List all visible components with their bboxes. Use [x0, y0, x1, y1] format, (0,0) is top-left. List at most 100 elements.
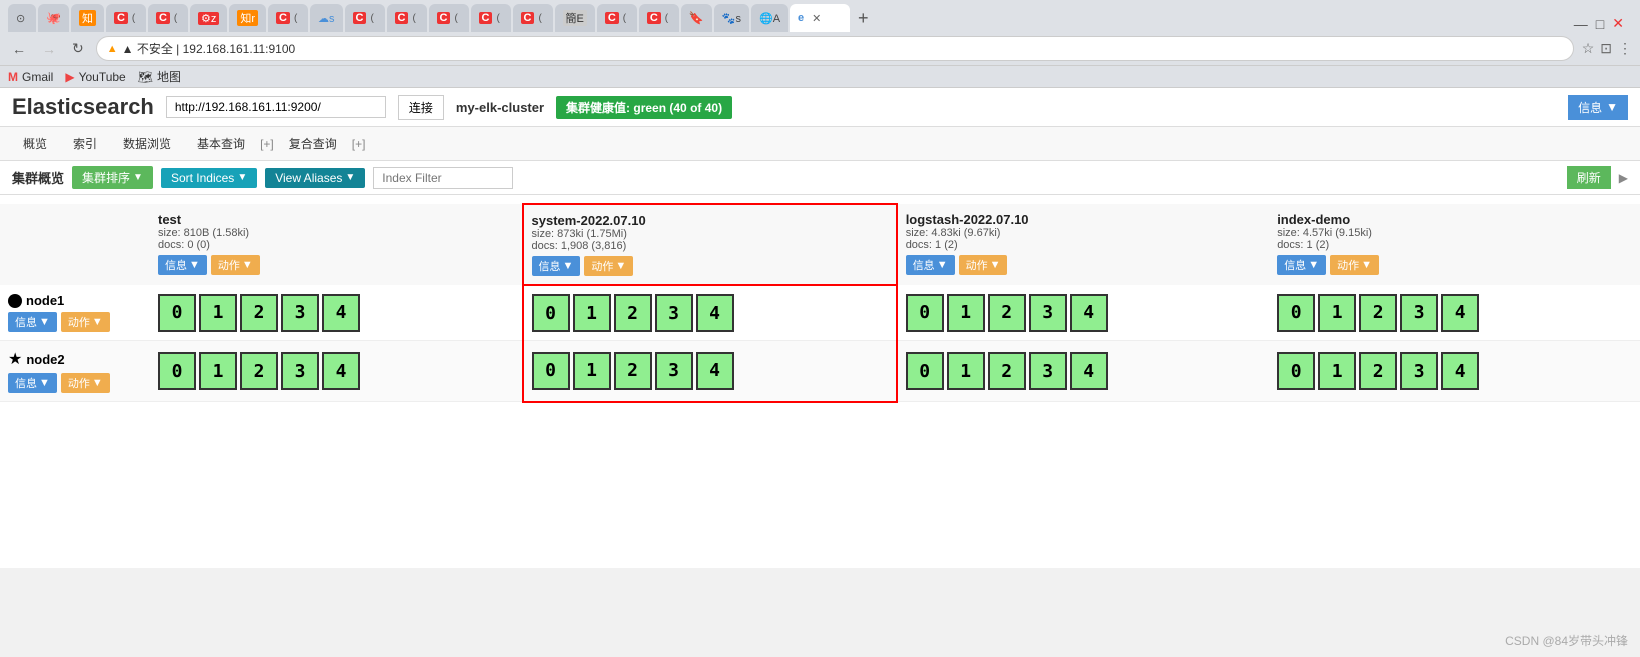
tab-github[interactable]: 🐙 — [38, 4, 69, 32]
tab-19[interactable]: 🌐A — [751, 4, 788, 32]
tab-12[interactable]: C( — [471, 4, 511, 32]
shard-n2-i4[interactable]: 4 — [1441, 352, 1479, 390]
shard-n2-s1[interactable]: 1 — [573, 352, 611, 390]
cluster-sort-btn[interactable]: 集群排序 ▼ — [72, 166, 153, 189]
tab-data-browser[interactable]: 数据浏览 — [112, 131, 182, 156]
node2-action-btn[interactable]: 动作 ▼ — [61, 373, 110, 393]
tab-6[interactable]: 知r — [229, 4, 266, 32]
menu-icon[interactable]: ⋮ — [1618, 40, 1632, 57]
shard-log-1[interactable]: 1 — [947, 294, 985, 332]
toolbar-right-arrow[interactable]: ▶ — [1619, 171, 1628, 185]
shard-n2-i1[interactable]: 1 — [1318, 352, 1356, 390]
shard-sys-0[interactable]: 0 — [532, 294, 570, 332]
tab-17[interactable]: 🔖 — [681, 4, 712, 32]
shard-4[interactable]: 4 — [322, 294, 360, 332]
bookmark-gmail[interactable]: M Gmail — [8, 70, 53, 84]
info-btn-logstash[interactable]: 信息 ▼ — [906, 255, 955, 275]
action-btn-indexdemo[interactable]: 动作 ▼ — [1330, 255, 1379, 275]
shard-n2-t2[interactable]: 2 — [240, 352, 278, 390]
shard-idx-0[interactable]: 0 — [1277, 294, 1315, 332]
shard-n2-i2[interactable]: 2 — [1359, 352, 1397, 390]
shard-sys-4[interactable]: 4 — [696, 294, 734, 332]
shard-n2-i0[interactable]: 0 — [1277, 352, 1315, 390]
shard-n2-s4[interactable]: 4 — [696, 352, 734, 390]
shard-n2-l4[interactable]: 4 — [1070, 352, 1108, 390]
action-btn-system[interactable]: 动作 ▼ — [584, 256, 633, 276]
shard-log-4[interactable]: 4 — [1070, 294, 1108, 332]
bookmark-youtube[interactable]: ▶ YouTube — [65, 70, 125, 84]
connect-btn[interactable]: 连接 — [398, 95, 444, 120]
info-btn-indexdemo[interactable]: 信息 ▼ — [1277, 255, 1326, 275]
bookmark-star-icon[interactable]: ☆ — [1582, 40, 1595, 57]
shard-idx-1[interactable]: 1 — [1318, 294, 1356, 332]
tab-15[interactable]: C( — [597, 4, 637, 32]
action-btn-logstash[interactable]: 动作 ▼ — [959, 255, 1008, 275]
shard-sys-3[interactable]: 3 — [655, 294, 693, 332]
shard-n2-t3[interactable]: 3 — [281, 352, 319, 390]
node2-info-btn[interactable]: 信息 ▼ — [8, 373, 57, 393]
tab-complex-query[interactable]: 复合查询 — [278, 131, 348, 156]
url-input[interactable] — [166, 96, 386, 118]
node1-action-btn[interactable]: 动作 ▼ — [61, 312, 110, 332]
shard-3[interactable]: 3 — [281, 294, 319, 332]
shard-n2-s3[interactable]: 3 — [655, 352, 693, 390]
tab-18[interactable]: 🐾s — [714, 4, 749, 32]
shard-sys-1[interactable]: 1 — [573, 294, 611, 332]
refresh-btn[interactable]: 刷新 — [1567, 166, 1611, 189]
profile-icon[interactable]: ⊡ — [1600, 40, 1612, 57]
tab-basic-query[interactable]: 基本查询 — [186, 131, 256, 156]
index-filter-input[interactable] — [373, 167, 513, 189]
bookmark-maps[interactable]: 🗺 地图 — [138, 68, 181, 85]
tab-close-btn[interactable]: ✕ — [812, 12, 821, 25]
sort-indices-btn[interactable]: Sort Indices ▼ — [161, 168, 257, 188]
shard-n2-t1[interactable]: 1 — [199, 352, 237, 390]
shard-n2-t4[interactable]: 4 — [322, 352, 360, 390]
back-btn[interactable]: ← — [8, 39, 30, 59]
tab-indices[interactable]: 索引 — [62, 131, 108, 156]
maximize-btn[interactable]: □ — [1596, 16, 1604, 32]
tab-0[interactable]: ⊙ — [8, 4, 36, 32]
shard-sys-2[interactable]: 2 — [614, 294, 652, 332]
forward-btn[interactable]: → — [38, 39, 60, 59]
info-btn[interactable]: 信息 ▼ — [1568, 95, 1628, 120]
shard-n2-l1[interactable]: 1 — [947, 352, 985, 390]
tab-11[interactable]: C( — [429, 4, 469, 32]
shard-0[interactable]: 0 — [158, 294, 196, 332]
node1-info-btn[interactable]: 信息 ▼ — [8, 312, 57, 332]
shard-idx-2[interactable]: 2 — [1359, 294, 1397, 332]
shard-idx-4[interactable]: 4 — [1441, 294, 1479, 332]
tab-3[interactable]: C( — [106, 4, 146, 32]
view-aliases-btn[interactable]: View Aliases ▼ — [265, 168, 365, 188]
shard-1[interactable]: 1 — [199, 294, 237, 332]
tab-14[interactable]: 簡E — [555, 4, 595, 32]
address-bar[interactable]: ▲ ▲ 不安全 | 192.168.161.11:9100 — [96, 36, 1574, 61]
shard-log-3[interactable]: 3 — [1029, 294, 1067, 332]
minimize-btn[interactable]: — — [1574, 16, 1588, 32]
info-btn-test[interactable]: 信息 ▼ — [158, 255, 207, 275]
tab-13[interactable]: C( — [513, 4, 553, 32]
shard-n2-s0[interactable]: 0 — [532, 352, 570, 390]
shard-n2-i3[interactable]: 3 — [1400, 352, 1438, 390]
tab-9[interactable]: C( — [345, 4, 385, 32]
action-btn-test[interactable]: 动作 ▼ — [211, 255, 260, 275]
tab-8[interactable]: ☁s — [310, 4, 343, 32]
shard-n2-l3[interactable]: 3 — [1029, 352, 1067, 390]
tab-4[interactable]: C( — [148, 4, 188, 32]
new-tab-btn[interactable]: + — [852, 8, 875, 29]
reload-btn[interactable]: ↻ — [68, 38, 88, 59]
shard-log-2[interactable]: 2 — [988, 294, 1026, 332]
tab-16[interactable]: C( — [639, 4, 679, 32]
tab-5[interactable]: ⚙z — [190, 4, 227, 32]
shard-n2-t0[interactable]: 0 — [158, 352, 196, 390]
tab-7[interactable]: C( — [268, 4, 308, 32]
shard-n2-l2[interactable]: 2 — [988, 352, 1026, 390]
close-btn[interactable]: ✕ — [1612, 15, 1624, 32]
tab-10[interactable]: C( — [387, 4, 427, 32]
tab-overview[interactable]: 概览 — [12, 131, 58, 156]
shard-log-0[interactable]: 0 — [906, 294, 944, 332]
info-btn-system[interactable]: 信息 ▼ — [532, 256, 581, 276]
shard-n2-s2[interactable]: 2 — [614, 352, 652, 390]
shard-n2-l0[interactable]: 0 — [906, 352, 944, 390]
tab-2[interactable]: 知 — [71, 4, 104, 32]
shard-2[interactable]: 2 — [240, 294, 278, 332]
